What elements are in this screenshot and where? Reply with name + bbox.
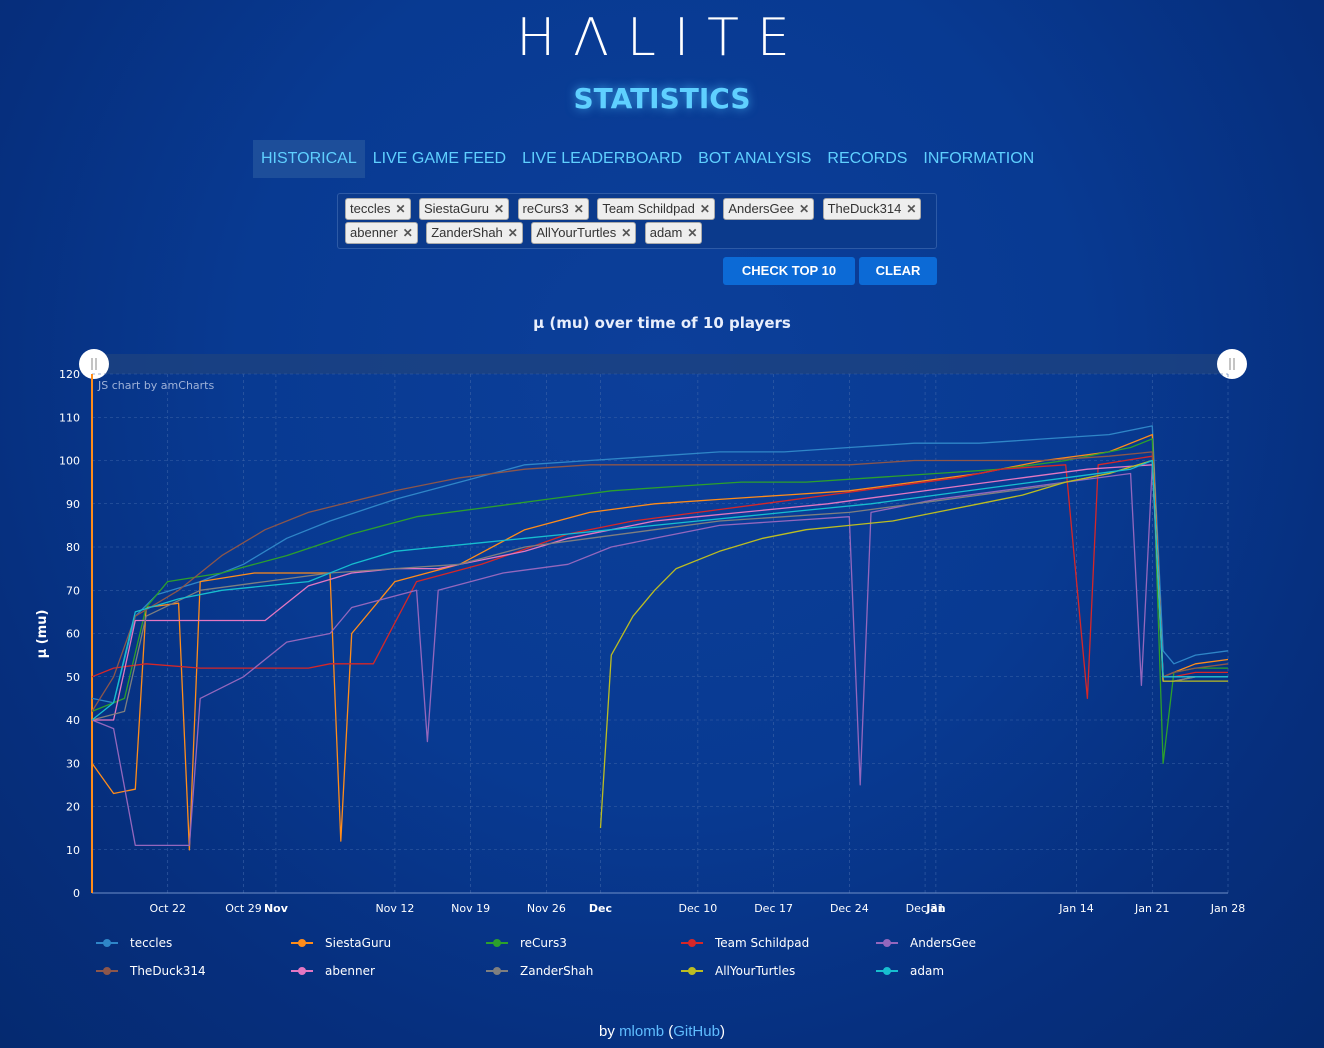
y-tick-label: 70 — [66, 584, 80, 597]
legend-marker — [298, 967, 306, 975]
zoom-scrollbar[interactable] — [93, 354, 1233, 374]
github-link[interactable]: GitHub — [673, 1023, 720, 1040]
y-tick-label: 30 — [66, 757, 80, 770]
y-tick-label: 10 — [66, 844, 80, 857]
x-tick-label: Jan — [925, 902, 945, 915]
series-line-reCurs3 — [91, 438, 1228, 764]
y-tick-label: 50 — [66, 671, 80, 684]
scrollbar-end-grip[interactable] — [1217, 349, 1247, 379]
legend-item-AndersGee[interactable]: AndersGee — [876, 936, 976, 950]
y-tick-label: 100 — [59, 455, 80, 468]
series-line-SiestaGuru — [91, 433, 1229, 851]
y-tick-label: 0 — [73, 887, 80, 900]
mu-chart: JS chart by amCharts μ (mu) 0 10 20 30 40 50 6… — [35, 349, 1247, 978]
x-tick-label: Nov 12 — [375, 902, 414, 915]
series-line-AndersGee — [91, 464, 1228, 847]
x-tick-label: Dec 10 — [678, 902, 717, 915]
y-tick-label: 110 — [59, 411, 80, 424]
legend-label: ZanderShah — [520, 964, 593, 978]
legend-label: SiestaGuru — [325, 936, 391, 950]
x-tick-label: Jan 28 — [1210, 902, 1245, 915]
legend-label: adam — [910, 964, 944, 978]
legend-marker — [688, 967, 696, 975]
y-axis-label: μ (mu) — [35, 610, 50, 659]
legend-item-adam[interactable]: adam — [876, 964, 944, 978]
y-tick-label: 120 — [59, 368, 80, 381]
legend-marker — [688, 939, 696, 947]
legend-item-reCurs3[interactable]: reCurs3 — [486, 936, 567, 950]
y-tick-label: 20 — [66, 801, 80, 814]
x-tick-label: Oct 29 — [225, 902, 262, 915]
legend-item-abenner[interactable]: abenner — [291, 964, 375, 978]
y-tick-label: 60 — [66, 628, 80, 641]
x-tick-label: Jan 14 — [1058, 902, 1093, 915]
legend-marker — [493, 967, 501, 975]
x-tick-label: Jan 21 — [1134, 902, 1169, 915]
legend-label: abenner — [325, 964, 375, 978]
x-tick-label: Dec — [589, 902, 612, 915]
x-tick-label: Dec 24 — [830, 902, 869, 915]
footer: by mlomb (GitHub) — [0, 1023, 1324, 1040]
legend-marker — [103, 967, 111, 975]
legend-marker — [883, 967, 891, 975]
x-tick-label: Nov 26 — [527, 902, 566, 915]
legend-item-AllYourTurtles[interactable]: AllYourTurtles — [681, 964, 795, 978]
x-tick-label: Nov — [264, 902, 289, 915]
footer-paren: ( — [664, 1023, 674, 1040]
legend-marker — [883, 939, 891, 947]
series-line-AllYourTurtles — [599, 459, 1228, 829]
legend-item-SiestaGuru[interactable]: SiestaGuru — [291, 936, 391, 950]
legend-item-teccles[interactable]: teccles — [96, 936, 172, 950]
y-tick-label: 80 — [66, 541, 80, 554]
legend-label: reCurs3 — [520, 936, 567, 950]
legend-label: teccles — [130, 936, 172, 950]
y-tick-label: 40 — [66, 714, 80, 727]
x-tick-label: Oct 22 — [149, 902, 186, 915]
footer-paren: ) — [719, 1023, 725, 1040]
legend-label: Team Schildpad — [714, 936, 809, 950]
footer-by: by — [599, 1023, 615, 1040]
legend-marker — [298, 939, 306, 947]
scrollbar-start-grip[interactable] — [79, 349, 109, 379]
x-tick-label: Dec 17 — [754, 902, 793, 915]
x-tick-label: Nov 19 — [451, 902, 490, 915]
legend-label: AllYourTurtles — [715, 964, 795, 978]
amcharts-credit[interactable]: JS chart by amCharts — [97, 379, 214, 392]
author-link[interactable]: mlomb — [619, 1023, 664, 1040]
legend-marker — [103, 939, 111, 947]
legend-label: AndersGee — [910, 936, 976, 950]
legend-item-Team Schildpad[interactable]: Team Schildpad — [681, 936, 809, 950]
legend-marker — [493, 939, 501, 947]
legend-item-TheDuck314[interactable]: TheDuck314 — [96, 964, 206, 978]
y-tick-label: 90 — [66, 498, 80, 511]
legend-label: TheDuck314 — [129, 964, 206, 978]
legend-item-ZanderShah[interactable]: ZanderShah — [486, 964, 593, 978]
